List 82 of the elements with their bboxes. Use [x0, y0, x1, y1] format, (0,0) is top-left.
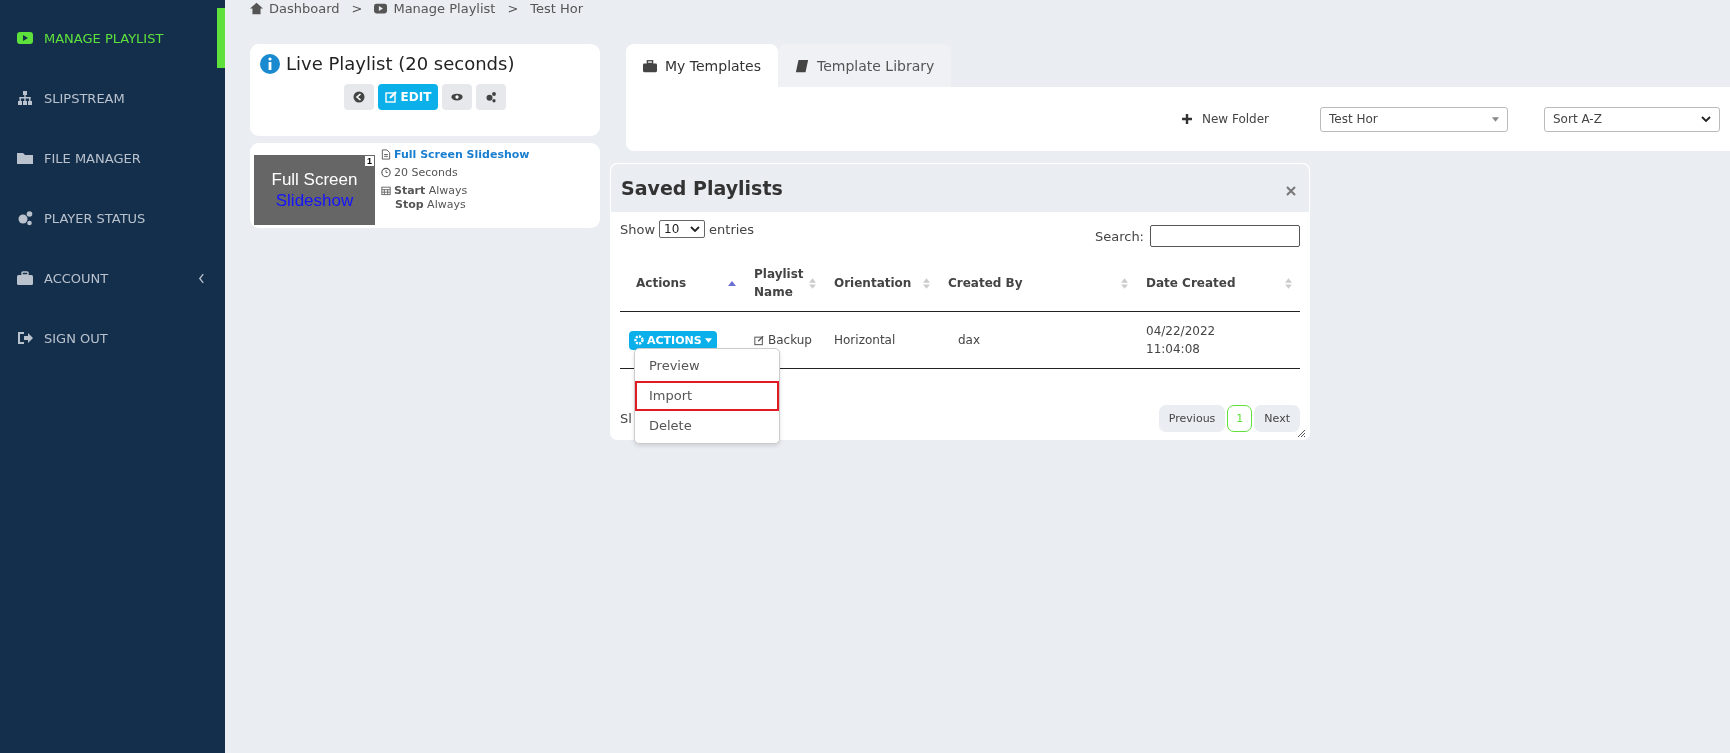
sidebar-label: FILE MANAGER [44, 150, 141, 166]
sidebar-item[interactable]: SIGN OUT [0, 308, 225, 368]
breadcrumb-link[interactable]: Test Hor [530, 0, 584, 16]
breadcrumb-link[interactable]: Manage Playlist [393, 0, 496, 16]
start-text: Start Always [394, 184, 468, 197]
table-cell: Horizontal [834, 333, 896, 347]
tab-label: My Templates [665, 57, 761, 74]
edit-icon [754, 334, 764, 346]
back-icon [352, 91, 365, 103]
sidebar-label: ACCOUNT [44, 270, 109, 286]
gears-icon [17, 210, 33, 226]
sidebar-label: MANAGE PLAYLIST [44, 30, 164, 46]
caret-icon [1492, 116, 1499, 122]
menu-item[interactable]: Import [635, 381, 779, 411]
home-icon [250, 1, 263, 15]
preview-button[interactable] [442, 84, 473, 110]
menu-item[interactable]: Preview [635, 351, 779, 381]
sidebar-item[interactable]: ACCOUNT [0, 248, 225, 308]
table-cell: Backup [768, 333, 812, 347]
close-icon[interactable] [1286, 186, 1296, 196]
table-cell: dax [958, 333, 981, 347]
page-size-select[interactable]: 10 [659, 220, 706, 238]
pagination-button[interactable]: Previous [1158, 405, 1226, 432]
table-info: Sl [620, 411, 632, 426]
caret-icon [704, 337, 712, 343]
folder-icon [17, 150, 33, 166]
chevron-down-icon [690, 226, 701, 232]
sidebar-item[interactable]: PLAYER STATUS [0, 188, 225, 248]
eye-icon [451, 91, 464, 103]
stop-text: Stop Always [395, 198, 466, 211]
gear-icon [634, 335, 644, 345]
new-folder-button[interactable]: New Folder [1175, 111, 1275, 127]
sidebar-item[interactable]: SLIPSTREAM [0, 68, 225, 128]
play-icon [17, 30, 33, 46]
tab-label: Template Library [817, 57, 935, 74]
briefcase-icon [643, 58, 657, 73]
plus-icon [1181, 114, 1192, 124]
slide-number-badge: 1 [365, 156, 374, 166]
tab[interactable]: Template Library [778, 44, 952, 87]
breadcrumb-separator: > [351, 0, 363, 16]
column-header[interactable]: Playlist Name [744, 257, 824, 312]
slide-link[interactable]: Full Screen Slideshow [394, 148, 530, 161]
thumbnail-text: Full Screen [271, 169, 358, 190]
sidebar-label: SLIPSTREAM [44, 90, 125, 106]
menu-item[interactable]: Delete [635, 411, 779, 441]
show-label: Show [620, 221, 656, 237]
thumbnail-text: Slideshow [275, 190, 354, 211]
search-field[interactable] [1150, 225, 1300, 247]
sign-out-icon [17, 330, 33, 346]
table-cell: 04/22/2022 11:04:08 [1146, 324, 1216, 356]
edit-icon [384, 91, 397, 103]
playlist-title: Live Playlist (20 seconds) [286, 53, 515, 74]
entries-label: entries [709, 221, 755, 237]
resize-handle-icon[interactable] [1296, 428, 1306, 438]
settings-button[interactable] [476, 84, 507, 110]
sidebar-item[interactable]: MANAGE PLAYLIST [0, 8, 225, 68]
clock-icon [381, 167, 391, 178]
gears-icon [485, 91, 498, 103]
back-button[interactable] [343, 84, 374, 110]
duration-text: 20 Seconds [394, 166, 458, 179]
column-header[interactable]: Orientation [824, 257, 938, 312]
sidebar-label: PLAYER STATUS [44, 210, 146, 226]
calendar-icon [381, 185, 391, 196]
sitemap-icon [17, 90, 33, 106]
search-label: Search: [1094, 228, 1144, 244]
sidebar-item[interactable]: FILE MANAGER [0, 128, 225, 188]
folder-select[interactable]: Test Hor [1320, 106, 1508, 132]
column-header[interactable]: Actions [620, 257, 744, 312]
column-header[interactable]: Date Created [1136, 257, 1300, 312]
briefcase-icon [17, 270, 33, 286]
info-icon [260, 53, 280, 74]
chevron-down-icon [1701, 116, 1711, 122]
book-icon [795, 58, 809, 73]
sort-select[interactable]: Sort A-Z [1544, 106, 1720, 132]
pagination-button[interactable]: Next [1254, 405, 1300, 432]
dialog-title: Saved Playlists [621, 177, 783, 199]
breadcrumb-link[interactable]: Dashboard [269, 0, 340, 16]
breadcrumb-separator: > [507, 0, 519, 16]
sidebar-label: SIGN OUT [44, 330, 108, 346]
tab[interactable]: My Templates [626, 44, 778, 87]
column-header[interactable]: Created By [938, 257, 1136, 312]
document-icon [381, 149, 391, 160]
